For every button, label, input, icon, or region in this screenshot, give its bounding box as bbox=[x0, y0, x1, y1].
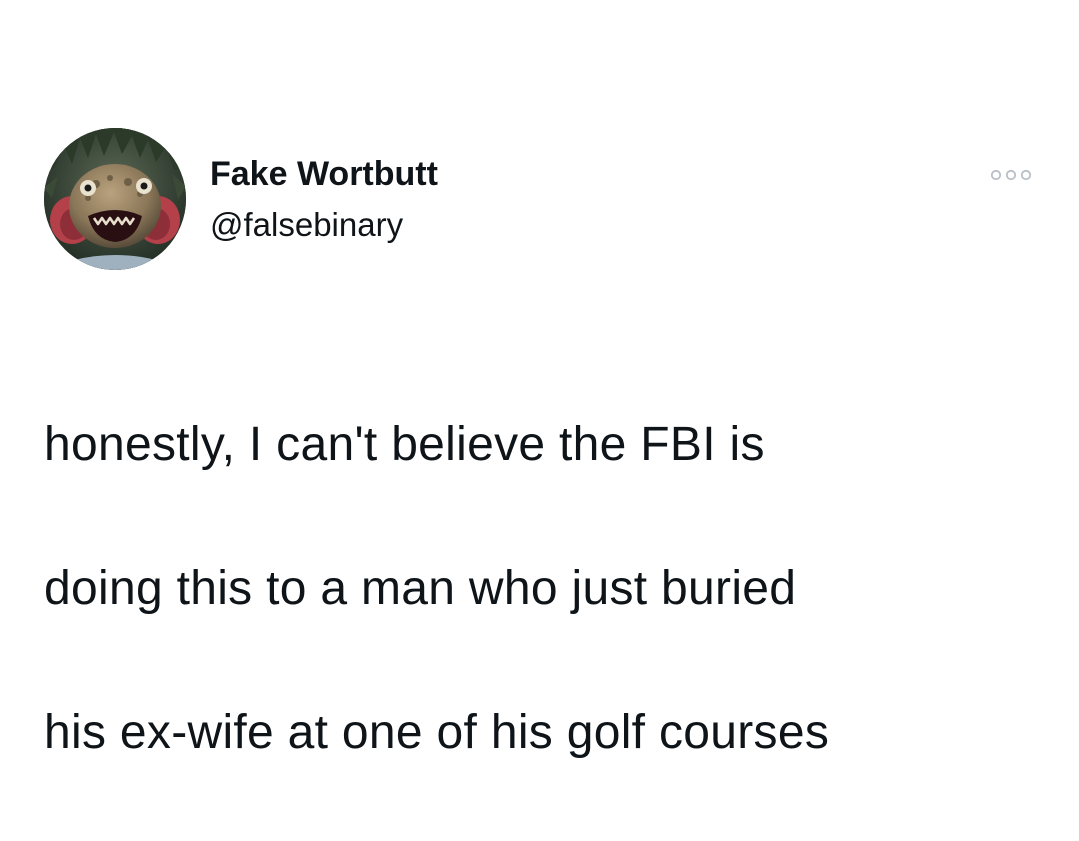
user-avatar[interactable] bbox=[44, 128, 186, 270]
more-options-button[interactable] bbox=[986, 160, 1036, 190]
creature-avatar-icon bbox=[44, 128, 186, 270]
tweet-text-line: honestly, I can't believe the FBI is bbox=[44, 418, 765, 471]
author-handle[interactable]: @falsebinary bbox=[210, 203, 403, 247]
tweet-text-line: doing this to a man who just buried bbox=[44, 562, 797, 615]
tweet-text-line: his ex-wife at one of his golf courses bbox=[44, 706, 830, 759]
more-options-icon bbox=[990, 169, 1032, 181]
author-display-name[interactable]: Fake Wortbutt bbox=[210, 152, 438, 196]
tweet-text: honestly, I can't believe the FBI is doi… bbox=[44, 337, 1044, 841]
tweet-card: Fake Wortbutt @falsebinary honestly, I c… bbox=[0, 0, 1079, 759]
